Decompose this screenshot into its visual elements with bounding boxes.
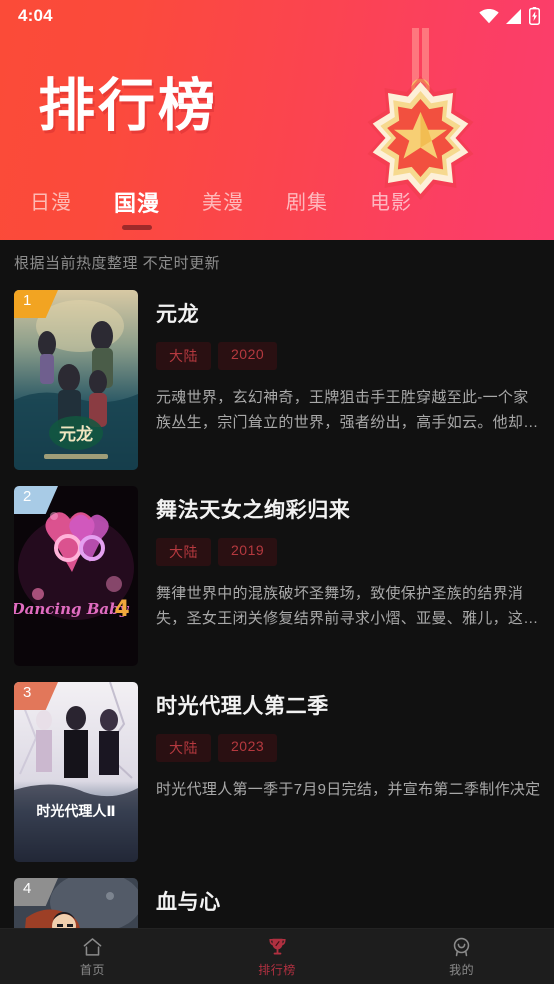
tab-riman[interactable]: 日漫 (26, 184, 76, 215)
rank-number: 2 (23, 488, 32, 505)
poster-thumbnail[interactable]: 元龙 1 (14, 290, 138, 470)
nav-item-ranking[interactable]: 排行榜 (185, 936, 370, 978)
category-tabs[interactable]: 日漫 国漫 美漫 剧集 电影 (0, 184, 554, 240)
list-item[interactable]: 时光代理人Ⅱ 3 时光代理人第二季 大陆 2023 时光代理人第一季于7月9日完… (0, 676, 554, 872)
nav-label: 首页 (79, 962, 105, 977)
trophy-icon (268, 938, 286, 955)
ranking-list: 元龙 1 元龙 大陆 2020 元魂世界，玄幻神奇，王牌狙击手王胜穿越至此-一个… (0, 284, 554, 984)
tab-guoman[interactable]: 国漫 (110, 184, 164, 230)
year-chip: 2019 (218, 538, 278, 566)
item-tags: 大陆 2023 (156, 734, 542, 762)
poster-thumbnail[interactable]: 时光代理人Ⅱ 3 (14, 682, 138, 862)
wifi-icon (479, 8, 499, 23)
rank-number: 1 (23, 292, 32, 309)
item-info: 元龙 大陆 2020 元魂世界，玄幻神奇，王牌狙击手王胜穿越至此-一个家族丛生，… (138, 290, 542, 480)
item-title: 血与心 (156, 891, 221, 914)
svg-text:时光代理人Ⅱ: 时光代理人Ⅱ (36, 803, 115, 820)
page-header: 4:04 排行榜 日漫 国漫 美漫 剧集 电影 (0, 0, 554, 240)
tab-label: 国漫 (114, 191, 161, 216)
year-chip: 2023 (218, 734, 278, 762)
item-info: 时光代理人第二季 大陆 2023 时光代理人第一季于7月9日完结，并宣布第二季制… (138, 682, 542, 872)
medal-icon (367, 28, 474, 200)
nav-label: 我的 (449, 962, 475, 977)
tab-meiman[interactable]: 美漫 (198, 184, 248, 215)
svg-text:4: 4 (114, 597, 129, 622)
region-chip: 大陆 (156, 734, 211, 762)
svg-text:Dancing Baby: Dancing Baby (14, 600, 130, 618)
tab-label: 日漫 (30, 192, 72, 214)
nav-item-profile[interactable]: 我的 (369, 936, 554, 978)
home-icon (83, 937, 102, 956)
header-title-wrap: 排行榜 (38, 78, 218, 135)
nav-item-home[interactable]: 首页 (0, 936, 185, 978)
rank-number: 3 (23, 684, 32, 701)
poster-thumbnail[interactable]: Dancing Baby 4 2 (14, 486, 138, 666)
tab-label: 电影 (370, 192, 413, 214)
status-bar-clock: 4:04 (18, 6, 53, 25)
nav-label: 排行榜 (258, 962, 296, 977)
tab-label: 剧集 (286, 192, 329, 214)
item-title: 元龙 (156, 303, 200, 326)
region-chip: 大陆 (156, 342, 211, 370)
list-subtitle: 根据当前热度整理 不定时更新 (0, 240, 554, 284)
item-title: 时光代理人第二季 (156, 695, 329, 718)
item-tags: 大陆 2019 (156, 538, 542, 566)
app-root: 4:04 排行榜 日漫 国漫 美漫 剧集 电影 根据当前热度整理 不定时更新 元… (0, 0, 554, 984)
item-info: 舞法天女之绚彩归来 大陆 2019 舞律世界中的混族破坏圣舞场，致使保护圣族的结… (138, 486, 542, 676)
tab-dianying[interactable]: 电影 (366, 184, 416, 215)
item-description: 元魂世界，玄幻神奇，王牌狙击手王胜穿越至此-一个家族丛生，宗门耸立的世界，强者纷… (156, 389, 539, 431)
svg-text:元龙: 元龙 (59, 424, 93, 445)
item-description: 舞律世界中的混族破坏圣舞场，致使保护圣族的结界消失，圣女王闭关修复结界前寻求小熠… (156, 585, 539, 627)
tab-underline (122, 225, 152, 230)
year-chip: 2020 (218, 342, 278, 370)
battery-charging-icon (529, 7, 540, 25)
region-chip: 大陆 (156, 538, 211, 566)
signal-icon (506, 8, 521, 24)
item-tags: 大陆 2020 (156, 342, 542, 370)
status-bar-icons (479, 7, 540, 25)
bottom-navigation: 首页 排行榜 我的 (0, 928, 554, 984)
list-item[interactable]: 元龙 1 元龙 大陆 2020 元魂世界，玄幻神奇，王牌狙击手王胜穿越至此-一个… (0, 284, 554, 480)
item-description: 时光代理人第一季于7月9日完结，并宣布第二季制作决定 (156, 781, 541, 798)
profile-icon (453, 937, 470, 956)
status-bar: 4:04 (0, 0, 554, 32)
list-item[interactable]: Dancing Baby 4 2 舞法天女之绚彩归来 大陆 2019 舞律世界中… (0, 480, 554, 676)
rank-number: 4 (23, 880, 32, 897)
tab-label: 美漫 (202, 192, 245, 214)
page-title: 排行榜 (38, 73, 218, 139)
item-title: 舞法天女之绚彩归来 (156, 499, 351, 522)
tab-juji[interactable]: 剧集 (282, 184, 332, 215)
